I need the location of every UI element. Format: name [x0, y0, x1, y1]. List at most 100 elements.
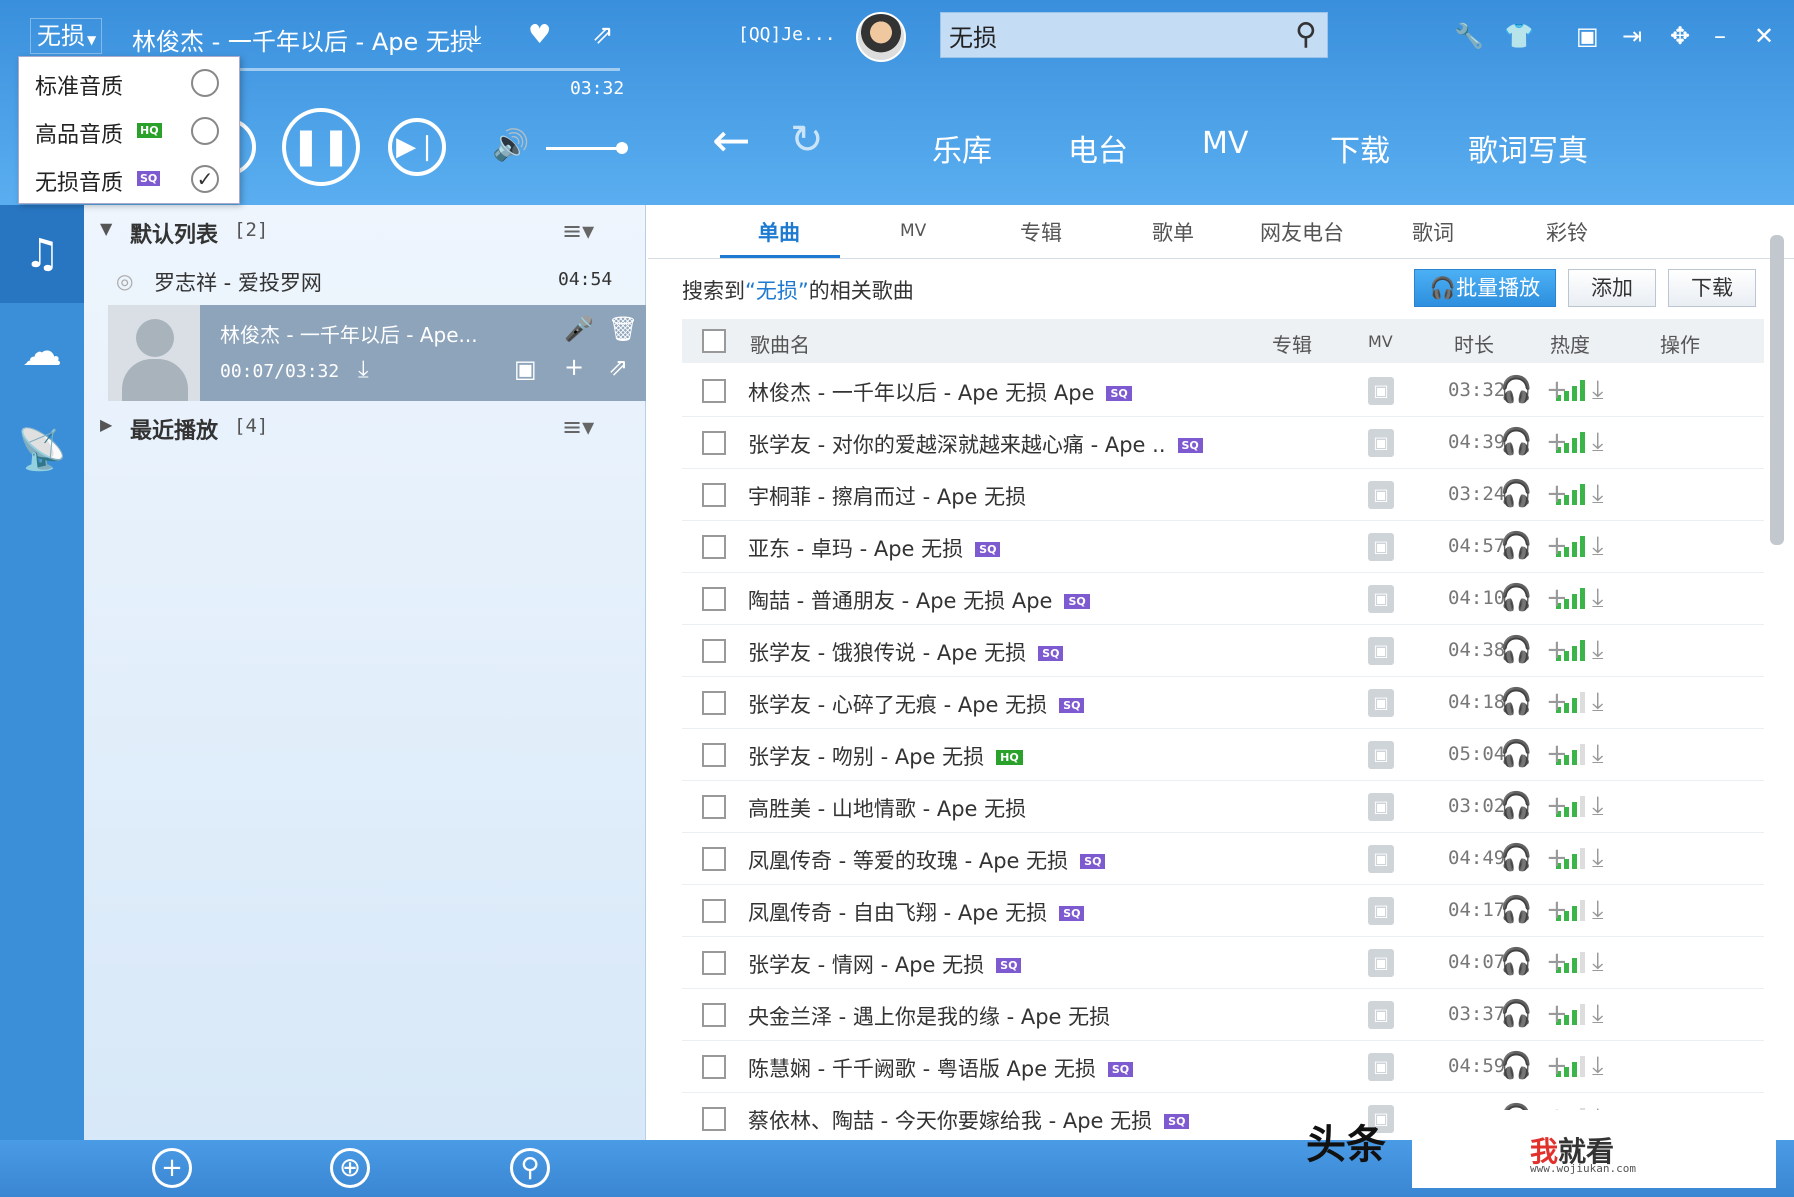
heart-icon[interactable]: ♥ [528, 20, 551, 50]
add-icon[interactable]: + [1546, 583, 1568, 613]
download-button[interactable]: 下载 [1668, 269, 1756, 307]
tab-albums[interactable]: 专辑 [1020, 217, 1062, 247]
row-checkbox[interactable] [702, 951, 726, 975]
trash-icon[interactable]: 🗑 [608, 315, 638, 343]
download-icon[interactable]: ⤓ [1592, 739, 1604, 770]
song-name[interactable]: 张学友 - 饿狼传说 - Ape 无损 SQ [748, 637, 1064, 667]
mv-icon[interactable]: ▣ [1368, 481, 1394, 509]
quality-option-standard[interactable]: 标准音质 [19, 59, 241, 105]
nav-library[interactable]: 乐库 [932, 126, 992, 170]
list-menu-icon[interactable]: ≡▾ [562, 217, 594, 245]
song-name[interactable]: 高胜美 - 山地情歌 - Ape 无损 [748, 793, 1026, 823]
search-icon[interactable]: ⚲ [1295, 17, 1317, 52]
row-checkbox[interactable] [702, 1055, 726, 1079]
table-row[interactable]: 林俊杰 - 一千年以后 - Ape 无损 Ape SQ ▣ 03:32 🎧 + ⤓ [682, 365, 1764, 417]
app-grid-icon[interactable]: ✥ [1670, 22, 1690, 50]
tab-playlists[interactable]: 歌单 [1152, 217, 1194, 247]
add-button[interactable]: 添加 [1568, 269, 1656, 307]
default-list-header[interactable]: ▼ 默认列表 [2] ≡▾ [84, 207, 646, 257]
tab-lyrics[interactable]: 歌词 [1412, 217, 1454, 247]
headphones-icon[interactable]: 🎧 [1500, 947, 1532, 977]
scrollbar[interactable] [1770, 235, 1784, 545]
table-row[interactable]: 央金兰泽 - 遇上你是我的缘 - Ape 无损 ▣ 03:37 🎧 + ⤓ [682, 989, 1764, 1041]
add-icon[interactable]: + [1546, 1051, 1568, 1081]
tab-user-radio[interactable]: 网友电台 [1260, 217, 1344, 247]
row-checkbox[interactable] [702, 743, 726, 767]
headphones-icon[interactable]: 🎧 [1500, 583, 1532, 613]
headphones-icon[interactable]: 🎧 [1500, 479, 1532, 509]
song-name[interactable]: 张学友 - 情网 - Ape 无损 SQ [748, 949, 1022, 979]
progress-bar[interactable] [240, 68, 620, 71]
list-item[interactable]: ◎ 罗志祥 - 爱投罗网 04:54 [84, 257, 646, 305]
add-icon[interactable]: + [1546, 999, 1568, 1029]
quality-option-hq[interactable]: 高品音质 HQ [19, 107, 241, 153]
download-icon[interactable]: ⤓ [1592, 947, 1604, 978]
add-icon[interactable]: + [564, 353, 584, 381]
pause-button[interactable]: ❚❚ [282, 108, 360, 186]
song-name[interactable]: 张学友 - 吻别 - Ape 无损 HQ [748, 741, 1023, 771]
headphones-icon[interactable]: 🎧 [1500, 1051, 1532, 1081]
share-icon[interactable]: ⇗ [592, 20, 614, 50]
song-name[interactable]: 亚东 - 卓玛 - Ape 无损 SQ [748, 533, 1001, 563]
headphones-icon[interactable]: 🎧 [1500, 531, 1532, 561]
headphones-icon[interactable]: 🎧 [1500, 687, 1532, 717]
row-checkbox[interactable] [702, 379, 726, 403]
headphones-icon[interactable]: 🎧 [1500, 895, 1532, 925]
nav-lyrics[interactable]: 歌词写真 [1468, 126, 1588, 170]
exit-layout-icon[interactable]: ⇥ [1622, 22, 1642, 50]
download-icon[interactable]: ⤓ [1592, 635, 1604, 666]
row-checkbox[interactable] [702, 535, 726, 559]
mv-icon[interactable]: ▣ [1368, 377, 1394, 405]
table-row[interactable]: 陈慧娴 - 千千阙歌 - 粤语版 Ape 无损 SQ ▣ 04:59 🎧 + ⤓ [682, 1041, 1764, 1093]
share-icon[interactable]: ⇗ [608, 353, 628, 381]
search-icon[interactable]: ⚲ [510, 1148, 550, 1188]
quality-selector-button[interactable]: 无损 ▼ [30, 18, 102, 54]
quality-option-sq[interactable]: 无损音质 SQ ✓ [19, 155, 241, 201]
download-icon[interactable]: ⤓ [1592, 375, 1604, 406]
tab-songs[interactable]: 单曲 [758, 217, 800, 247]
row-checkbox[interactable] [702, 587, 726, 611]
download-icon[interactable]: ⤓ [1592, 427, 1604, 458]
row-checkbox[interactable] [702, 1107, 726, 1131]
list-menu-icon[interactable]: ≡▾ [562, 413, 594, 441]
table-row[interactable]: 高胜美 - 山地情歌 - Ape 无损 ▣ 03:02 🎧 + ⤓ [682, 781, 1764, 833]
add-icon[interactable]: + [1546, 427, 1568, 457]
mv-icon[interactable]: ▣ [1368, 689, 1394, 717]
add-icon[interactable]: + [1546, 531, 1568, 561]
mic-icon[interactable]: 🎤 [564, 315, 594, 343]
nav-mv[interactable]: MV [1202, 126, 1248, 161]
download-icon[interactable]: ⤓ [1592, 583, 1604, 614]
add-icon[interactable]: + [1546, 947, 1568, 977]
mv-icon[interactable]: ▣ [1368, 897, 1394, 925]
headphones-icon[interactable]: 🎧 [1500, 999, 1532, 1029]
song-name[interactable]: 陈慧娴 - 千千阙歌 - 粤语版 Ape 无损 SQ [748, 1053, 1134, 1083]
wrench-icon[interactable]: 🔧 [1454, 22, 1484, 50]
next-button[interactable]: ▶❘ [388, 118, 446, 176]
add-icon[interactable]: + [1546, 479, 1568, 509]
collapse-triangle-icon[interactable]: ▶ [100, 415, 112, 434]
download-icon[interactable]: ⤓ [1592, 531, 1604, 562]
row-checkbox[interactable] [702, 691, 726, 715]
table-row[interactable]: 凤凰传奇 - 自由飞翔 - Ape 无损 SQ ▣ 04:17 🎧 + ⤓ [682, 885, 1764, 937]
table-row[interactable]: 凤凰传奇 - 等爱的玫瑰 - Ape 无损 SQ ▣ 04:49 🎧 + ⤓ [682, 833, 1764, 885]
recent-list-header[interactable]: ▶ 最近播放 [4] ≡▾ [84, 403, 646, 453]
download-icon[interactable]: ⤓ [358, 355, 369, 383]
table-row[interactable]: 陶喆 - 普通朋友 - Ape 无损 Ape SQ ▣ 04:10 🎧 + ⤓ [682, 573, 1764, 625]
headphones-icon[interactable]: 🎧 [1500, 635, 1532, 665]
radio-unchecked[interactable] [191, 69, 219, 97]
row-checkbox[interactable] [702, 847, 726, 871]
mv-icon[interactable]: ▣ [1368, 793, 1394, 821]
download-icon[interactable]: ⤓ [470, 20, 482, 51]
download-icon[interactable]: ⤓ [1592, 843, 1604, 874]
row-checkbox[interactable] [702, 795, 726, 819]
download-icon[interactable]: ⤓ [1592, 895, 1604, 926]
download-icon[interactable]: ⤓ [1592, 687, 1604, 718]
tab-mv[interactable]: MV [900, 221, 926, 241]
mini-mode-icon[interactable]: ▣ [1576, 22, 1599, 50]
nav-radio[interactable]: 电台 [1068, 126, 1128, 170]
skin-shirt-icon[interactable]: 👕 [1504, 22, 1534, 50]
song-name[interactable]: 央金兰泽 - 遇上你是我的缘 - Ape 无损 [748, 1001, 1110, 1031]
play-all-button[interactable]: 🎧批量播放 [1414, 269, 1556, 307]
nav-download[interactable]: 下载 [1330, 126, 1390, 170]
mv-icon[interactable]: ▣ [1368, 845, 1394, 873]
